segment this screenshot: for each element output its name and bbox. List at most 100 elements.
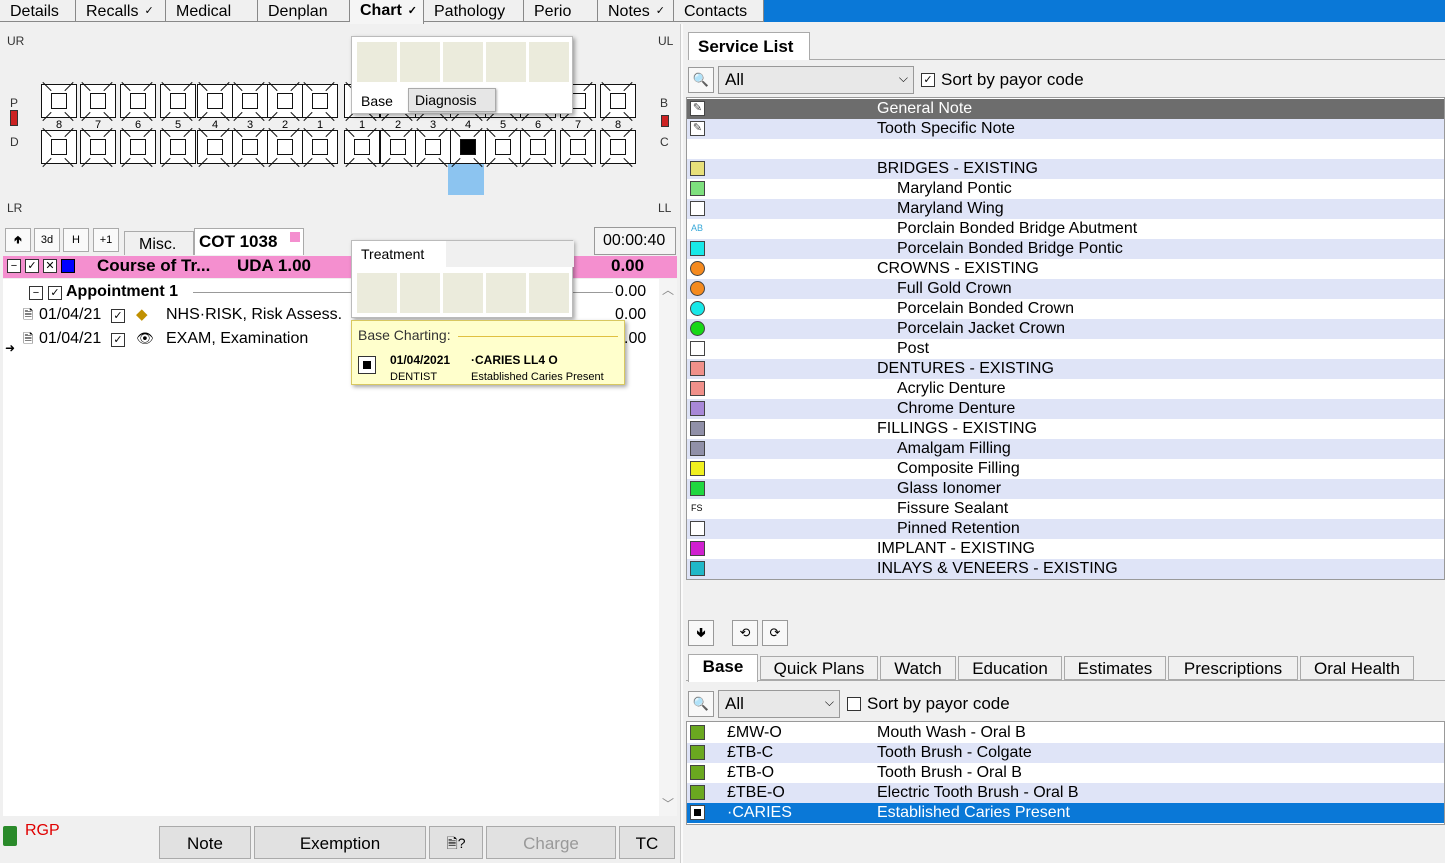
tooth[interactable] [267,127,303,168]
service-row[interactable]: Composite Filling [687,459,1444,479]
tab-prescriptions[interactable]: Prescriptions [1168,656,1298,680]
service-row[interactable]: Porcelain Bonded Bridge Pontic [687,239,1444,259]
palette-cell[interactable] [357,42,397,82]
tooth[interactable] [485,127,521,168]
collapse-toggle[interactable]: − [7,259,21,273]
charge-button[interactable]: Charge [486,826,616,859]
tab-chart[interactable]: Chart ✓ [350,0,424,24]
service-row[interactable]: FILLINGS - EXISTING [687,419,1444,439]
palette-cell[interactable] [486,42,526,82]
service-row[interactable]: Maryland Wing [687,199,1444,219]
service-row[interactable]: Chrome Denture [687,399,1444,419]
tooth[interactable] [600,81,636,122]
cot-tab[interactable]: COT 1038 [194,228,304,255]
tab-education[interactable]: Education [958,656,1062,680]
redo-icon[interactable]: ⟳ [762,620,788,646]
tab-recalls[interactable]: Recalls ✓ [76,0,166,22]
tooth[interactable] [120,127,156,168]
tooth[interactable] [302,127,338,168]
course-x-checkbox[interactable]: ✕ [43,259,57,273]
tooth[interactable] [197,127,233,168]
tab-quick-plans[interactable]: Quick Plans [760,656,878,680]
service-row[interactable]: ✎ Tooth Specific Note [687,119,1444,139]
service-row[interactable]: FS Fissure Sealant [687,499,1444,519]
plus-one-button[interactable]: +1 [93,228,119,252]
tab-contacts[interactable]: Contacts [674,0,764,22]
tooth[interactable] [267,81,303,122]
tab-base[interactable]: Base [688,654,758,682]
service-row[interactable]: Pinned Retention [687,519,1444,539]
plan-row[interactable]: ·CARIES Established Caries Present [687,803,1444,823]
service-row[interactable]: Post [687,339,1444,359]
tooth[interactable] [80,127,116,168]
service-row[interactable]: DENTURES - EXISTING [687,359,1444,379]
service-row[interactable]: INLAYS & VENEERS - EXISTING [687,559,1444,579]
scroll-down-icon[interactable]: ﹀ [662,795,674,812]
pane-splitter[interactable] [680,24,683,863]
service-row[interactable]: AB Porclain Bonded Bridge Abutment [687,219,1444,239]
popup-tab-treatment[interactable]: Treatment [352,241,446,267]
tab-pathology[interactable]: Pathology [424,0,524,22]
appointment-checkbox[interactable]: ✓ [48,286,62,300]
tooth[interactable] [160,127,196,168]
plan-row[interactable]: £TB-O Tooth Brush - Oral B [687,763,1444,783]
tab-denplan[interactable]: Denplan [258,0,350,22]
dental-chart[interactable]: UR UL LR LL P D B C 8765432112345678 [0,24,680,221]
down-arrow-button[interactable]: 🢃 [688,620,714,646]
popup-tab-diagnosis[interactable]: Diagnosis [408,88,496,112]
exemption-button[interactable]: Exemption [254,826,426,859]
service-row[interactable]: Porcelain Jacket Crown [687,319,1444,339]
undo-icon[interactable]: ⟲ [732,620,758,646]
tooth[interactable] [600,127,636,168]
service-row[interactable]: CROWNS - EXISTING [687,259,1444,279]
tooth[interactable] [41,127,77,168]
item-description[interactable]: EXAM, Examination [166,330,308,348]
tooth[interactable] [232,127,268,168]
scroll-up-icon[interactable]: ︿ [662,281,674,298]
tooth[interactable] [41,81,77,122]
service-filter-select[interactable]: All ⌵ [718,66,914,94]
search-icon[interactable]: 🔍 [688,67,714,93]
service-row[interactable]: IMPLANT - EXISTING [687,539,1444,559]
tooth[interactable] [232,81,268,122]
tc-button[interactable]: TC [619,826,675,859]
service-row[interactable]: Glass Ionomer [687,479,1444,499]
service-row[interactable]: Full Gold Crown [687,279,1444,299]
palette-cell[interactable] [529,273,569,313]
popup-tab-base[interactable]: Base [353,89,409,113]
tooth[interactable] [560,127,596,168]
query-document-icon[interactable]: 🗎? [429,826,483,859]
tab-notes[interactable]: Notes ✓ [598,0,674,22]
palette-cell[interactable] [486,273,526,313]
tooth[interactable] [344,127,380,168]
item-description[interactable]: NHS·RISK, Risk Assess. [166,306,342,324]
palette-cell[interactable] [443,42,483,82]
tab-details[interactable]: Details [0,0,76,22]
palette-cell[interactable] [400,273,440,313]
tab-estimates[interactable]: Estimates [1064,656,1166,680]
plan-sort-checkbox[interactable] [847,697,861,711]
h-button[interactable]: H [63,228,89,252]
tab-medical[interactable]: Medical [166,0,258,22]
course-checkbox[interactable]: ✓ [25,259,39,273]
palette-cell[interactable] [400,42,440,82]
plan-filter-select[interactable]: All ⌵ [718,690,840,718]
service-row[interactable]: ✎ General Note [687,99,1444,119]
plan-row[interactable]: £TB-C Tooth Brush - Colgate [687,743,1444,763]
treatment-scrollbar[interactable]: ︿ ﹀ [659,279,677,816]
palette-cell[interactable] [443,273,483,313]
service-row[interactable]: Amalgam Filling [687,439,1444,459]
sort-payor-checkbox[interactable]: ✓ [921,73,935,87]
trash-icon[interactable] [3,826,17,846]
service-list-tab[interactable]: Service List [688,32,810,60]
service-row[interactable]: Maryland Pontic [687,179,1444,199]
search-icon[interactable]: 🔍 [688,691,714,717]
service-row[interactable]: BRIDGES - EXISTING [687,159,1444,179]
up-arrow-button[interactable]: 🢁 [5,228,31,252]
tooth[interactable] [80,81,116,122]
tooth[interactable] [197,81,233,122]
course-of-treatment-row[interactable]: − ✓ ✕ Course of Tr... UDA 1.00 0.00 [3,256,677,278]
service-row[interactable]: Porcelain Bonded Crown [687,299,1444,319]
misc-tab[interactable]: Misc. [124,231,194,255]
tab-oral-health[interactable]: Oral Health [1300,656,1414,680]
